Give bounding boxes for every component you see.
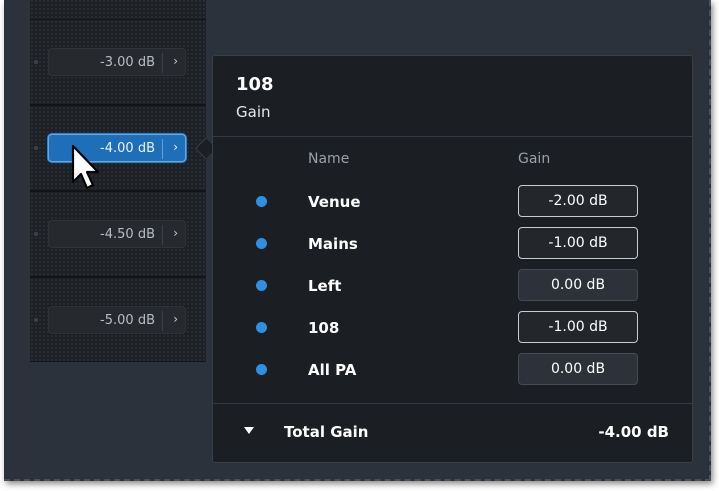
row-name: 108 <box>308 319 340 337</box>
strip-cell: -4.00 dB › <box>30 105 206 191</box>
row-name: All PA <box>308 361 357 379</box>
gain-value: -4.00 dB <box>100 141 155 156</box>
divider <box>162 311 163 331</box>
gain-button-active[interactable]: -4.00 dB › <box>48 134 186 162</box>
gain-input[interactable]: 0.00 dB <box>518 269 638 301</box>
triangle-down-icon[interactable] <box>244 427 254 434</box>
blue-dot-icon <box>256 280 267 291</box>
gain-input[interactable]: -2.00 dB <box>518 185 638 217</box>
channel-strip: -3.00 dB › -4.00 dB › -4.50 dB › -5.00 d… <box>30 0 206 362</box>
gain-input[interactable]: -1.00 dB <box>518 227 638 259</box>
divider <box>162 139 163 159</box>
mouse-pointer-icon <box>71 144 100 190</box>
strip-cell: -4.50 dB › <box>30 191 206 277</box>
gain-row: 108 -1.00 dB <box>213 311 692 345</box>
row-name: Venue <box>308 193 361 211</box>
strip-marker <box>34 146 38 150</box>
blue-dot-icon <box>256 238 267 249</box>
gain-button[interactable]: -3.00 dB › <box>48 48 186 76</box>
chevron-right-icon: › <box>173 54 178 68</box>
divider <box>162 225 163 245</box>
column-header-name: Name <box>308 151 350 167</box>
strip-marker <box>34 60 38 64</box>
gain-row: All PA 0.00 dB <box>213 353 692 387</box>
gain-row: Mains -1.00 dB <box>213 227 692 261</box>
blue-dot-icon <box>256 364 267 375</box>
strip-cell-top <box>30 0 206 20</box>
popover-title: 108 <box>236 74 274 95</box>
row-name: Mains <box>308 235 358 253</box>
chevron-right-icon: › <box>173 140 178 154</box>
blue-dot-icon <box>256 196 267 207</box>
gain-button[interactable]: -4.50 dB › <box>48 220 186 248</box>
strip-marker <box>34 232 38 236</box>
gain-popover: 108 Gain Name Gain Venue -2.00 dB Mains … <box>212 55 693 463</box>
gain-button[interactable]: -5.00 dB › <box>48 306 186 334</box>
strip-cell: -3.00 dB › <box>30 19 206 105</box>
popover-subtitle: Gain <box>236 103 271 121</box>
strip-cell: -5.00 dB › <box>30 277 206 362</box>
total-gain-value: -4.00 dB <box>598 423 669 441</box>
screenshot-frame: -3.00 dB › -4.00 dB › -4.50 dB › -5.00 d… <box>4 0 711 481</box>
gain-row: Venue -2.00 dB <box>213 185 692 219</box>
blue-dot-icon <box>256 322 267 333</box>
row-name: Left <box>308 277 342 295</box>
gain-value: -4.50 dB <box>100 227 155 242</box>
divider <box>213 136 692 137</box>
column-header-gain: Gain <box>518 151 551 167</box>
divider <box>162 53 163 73</box>
gain-input[interactable]: -1.00 dB <box>518 311 638 343</box>
gain-value: -5.00 dB <box>100 313 155 328</box>
chevron-right-icon: › <box>173 312 178 326</box>
divider <box>213 403 692 404</box>
total-gain-label: Total Gain <box>284 423 369 441</box>
chevron-right-icon: › <box>173 226 178 240</box>
strip-marker <box>34 318 38 322</box>
gain-input[interactable]: 0.00 dB <box>518 353 638 385</box>
gain-row: Left 0.00 dB <box>213 269 692 303</box>
gain-value: -3.00 dB <box>100 55 155 70</box>
